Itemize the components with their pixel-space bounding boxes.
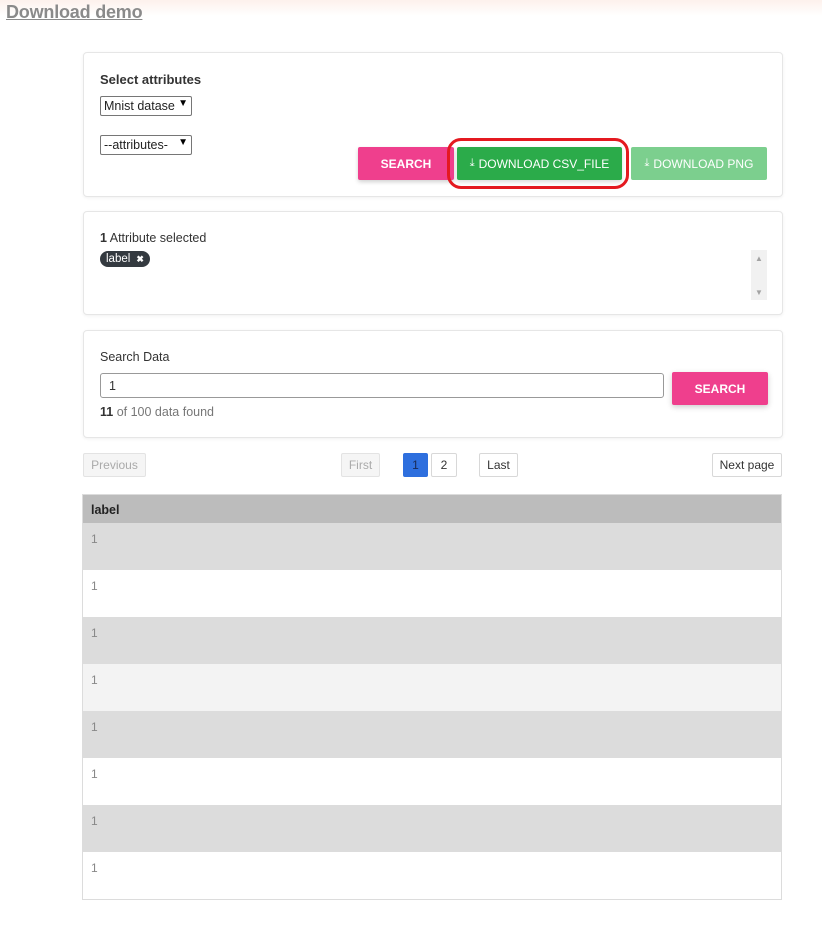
select-attributes-heading: Select attributes	[100, 72, 202, 87]
attribute-chip[interactable]: label ✖	[100, 251, 150, 267]
search-data-button-label: SEARCH	[694, 381, 746, 396]
attribute-chip-label: label	[106, 253, 131, 265]
attribute-select-value: --attributes-	[104, 138, 168, 152]
search-button[interactable]: SEARCH	[358, 147, 454, 180]
table-row: 1	[83, 711, 781, 758]
scroll-down-arrow-icon[interactable]: ▼	[751, 286, 767, 298]
attribute-count-label: Attribute selected	[106, 231, 207, 245]
attribute-count: 1	[100, 231, 107, 245]
table-row: 1	[83, 570, 781, 617]
search-data-label: Search Data	[100, 350, 170, 364]
table-row: 1	[83, 852, 781, 899]
download-icon: ⤓	[644, 157, 650, 169]
table-row: 1	[83, 617, 781, 664]
table-header-label: label	[83, 495, 781, 523]
download-png-label: DOWNLOAD PNG	[653, 156, 754, 171]
search-data-card: Search Data 11 of 100 data found SEARCH	[83, 330, 783, 438]
table-row: 1	[83, 758, 781, 805]
scroll-up-arrow-icon[interactable]: ▲	[751, 252, 767, 264]
table-row: 1	[83, 664, 781, 711]
download-png-button[interactable]: ⤓ DOWNLOAD PNG	[631, 147, 767, 180]
table-row: 1	[83, 805, 781, 852]
selected-attributes-card: 1 Attribute selected label ✖ ▲ ▼	[83, 211, 783, 315]
results-count-text: 11 of 100 data found	[100, 405, 214, 419]
search-data-button[interactable]: SEARCH	[672, 372, 768, 405]
last-page-button[interactable]: Last	[479, 453, 518, 477]
close-icon[interactable]: ✖	[136, 254, 144, 265]
dropdown-caret-icon: ▼	[178, 137, 188, 148]
dropdown-caret-icon: ▼	[178, 98, 188, 109]
table-row: 1	[83, 523, 781, 570]
dataset-select-value: Mnist datase	[104, 99, 175, 113]
search-input[interactable]	[100, 373, 664, 398]
highlight-annotation	[447, 138, 629, 189]
dataset-select[interactable]: Mnist datase ▼	[100, 96, 192, 116]
page-1-button[interactable]: 1	[403, 453, 428, 477]
attribute-select[interactable]: --attributes- ▼	[100, 135, 192, 155]
results-count-label: of 100 data found	[113, 405, 214, 419]
results-table: label 1 1 1 1 1 1 1 1	[82, 494, 782, 900]
previous-button[interactable]: Previous	[83, 453, 146, 477]
scrollbar[interactable]: ▲ ▼	[751, 250, 767, 300]
first-page-button[interactable]: First	[341, 453, 380, 477]
attribute-count-text: 1 Attribute selected	[100, 231, 206, 245]
next-page-button[interactable]: Next page	[712, 453, 782, 477]
results-count: 11	[100, 405, 114, 419]
page-2-button[interactable]: 2	[431, 453, 457, 477]
page-title[interactable]: Download demo	[6, 2, 143, 23]
search-button-label: SEARCH	[380, 156, 432, 171]
attributes-card: Select attributes Mnist datase ▼ --attri…	[83, 52, 783, 197]
